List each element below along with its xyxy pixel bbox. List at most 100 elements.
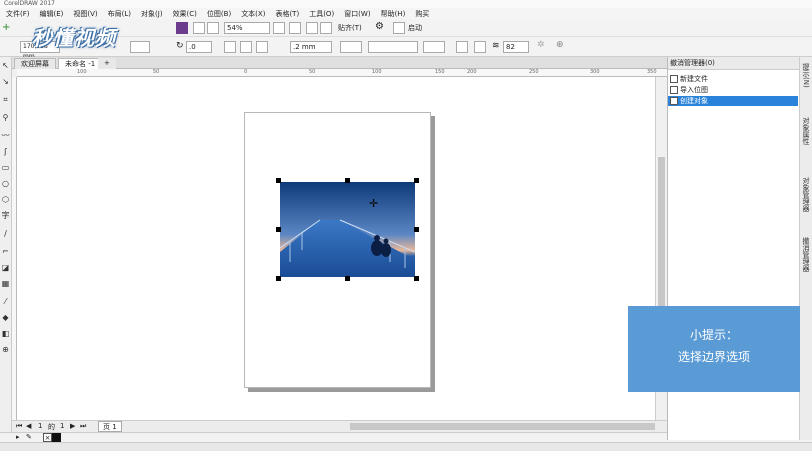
crop-tool-icon[interactable]: ⌗ — [1, 95, 10, 104]
selection-handle[interactable] — [276, 227, 281, 232]
outline-width-field[interactable]: .2 mm — [290, 41, 332, 53]
tab-untitled-1[interactable]: 未命名 -1 — [58, 58, 103, 69]
ruler-tick-label: 100 — [77, 69, 87, 75]
snap-to-dropdown[interactable]: 贴齐(T) — [338, 23, 362, 33]
add-icon[interactable]: ⊕ — [556, 40, 564, 50]
black-swatch[interactable] — [52, 433, 61, 442]
tab-undo-manager[interactable]: 撤消管理器 — [802, 237, 811, 272]
selection-handle[interactable] — [276, 178, 281, 183]
menu-file[interactable]: 文件(F) — [6, 9, 30, 19]
publish-pdf-icon[interactable] — [207, 22, 219, 34]
scale-field[interactable] — [130, 41, 150, 53]
line-style-select[interactable] — [368, 41, 418, 53]
horizontal-scrollbar[interactable] — [350, 423, 655, 430]
start-arrow-select[interactable] — [340, 41, 362, 53]
grid-icon[interactable] — [306, 22, 318, 34]
title-bar: CorelDRAW 2017 — [0, 0, 812, 8]
polygon-tool-icon[interactable]: ⬡ — [1, 195, 10, 204]
tab-object-properties[interactable]: 对象属性 — [802, 117, 811, 145]
selection-handle[interactable] — [345, 276, 350, 281]
first-page-icon[interactable]: ⏮ — [16, 422, 22, 431]
transparency-tool-icon[interactable]: ▦ — [1, 279, 10, 288]
import-icon[interactable] — [176, 22, 188, 34]
shadow-tool-icon[interactable]: ◪ — [1, 263, 10, 272]
ruler-tick-label: 250 — [529, 69, 539, 75]
full-screen-icon[interactable] — [273, 22, 285, 34]
text-tool-icon[interactable]: 字 — [1, 211, 10, 220]
interactive-fill-icon[interactable]: ◆ — [1, 313, 10, 322]
end-arrow-select[interactable] — [423, 41, 445, 53]
menu-object[interactable]: 对象(J) — [141, 9, 163, 19]
tip-text: 选择边界选项 — [677, 350, 750, 364]
dimension-tool-icon[interactable]: ∕ — [1, 229, 10, 238]
selection-handle[interactable] — [414, 276, 419, 281]
export-icon[interactable] — [193, 22, 205, 34]
launch-dropdown[interactable]: 启动 — [408, 23, 422, 33]
menu-layout[interactable]: 布局(L) — [108, 9, 131, 19]
freehand-tool-icon[interactable]: 〰 — [1, 131, 10, 140]
selection-handle[interactable] — [276, 276, 281, 281]
add-tab-button[interactable]: + — [98, 58, 116, 69]
undo-item-new-file[interactable]: 新建文件 — [668, 74, 798, 84]
launch-icon[interactable] — [393, 22, 405, 34]
opacity-field[interactable]: 82 — [503, 41, 529, 53]
menu-bitmaps[interactable]: 位图(B) — [207, 9, 231, 19]
total-pages: 1 — [60, 422, 65, 430]
gear-icon[interactable]: ⚙ — [375, 21, 384, 32]
undo-item-import-bitmap[interactable]: 导入位图 — [668, 85, 798, 95]
selection-handle[interactable] — [414, 227, 419, 232]
zoom-tool-icon[interactable]: ⚲ — [1, 113, 10, 122]
zoom-level-field[interactable]: 54% — [224, 22, 270, 34]
tab-hints[interactable]: 提示(N) — [802, 63, 811, 88]
shape-tool-icon[interactable]: ↘ — [1, 77, 10, 86]
menu-help[interactable]: 帮助(H) — [381, 9, 406, 19]
tab-welcome-screen[interactable]: 欢迎屏幕 — [14, 58, 56, 69]
next-page-icon[interactable]: ▶ — [70, 422, 75, 430]
mirror-horizontal-icon[interactable] — [224, 41, 236, 53]
document-tabs: 欢迎屏幕 未命名 -1 + — [12, 57, 667, 69]
menu-edit[interactable]: 编辑(E) — [40, 9, 64, 19]
current-page-number: 1 — [38, 422, 43, 430]
horizontal-ruler[interactable]: 100 50 0 50 100 150 200 250 300 350 — [17, 69, 667, 77]
ruler-tick-label: 100 — [372, 69, 382, 75]
undo-item-create-object[interactable]: 创建对象 — [668, 96, 798, 106]
fill-arrow-icon[interactable]: ▸ — [16, 433, 20, 441]
connector-tool-icon[interactable]: ⌐ — [1, 247, 10, 256]
eyedropper-tool-icon[interactable]: ⁄ — [1, 297, 10, 306]
page-tab-1[interactable]: 页 1 — [98, 421, 122, 432]
wrap-text-icon[interactable] — [256, 41, 268, 53]
new-document-icon[interactable]: + — [2, 22, 14, 34]
mirror-vertical-icon[interactable] — [240, 41, 252, 53]
pen-icon[interactable]: ✎ — [26, 433, 32, 441]
corner-icon[interactable] — [456, 41, 468, 53]
menu-window[interactable]: 窗口(W) — [344, 9, 370, 19]
prev-page-icon[interactable]: ◀ — [26, 422, 31, 430]
ruler-tick-label: 50 — [309, 69, 316, 75]
imported-bitmap[interactable] — [280, 182, 415, 277]
selection-handle[interactable] — [414, 178, 419, 183]
menu-effects[interactable]: 效果(C) — [173, 9, 197, 19]
last-page-icon[interactable]: ⏭ — [80, 422, 86, 431]
artistic-media-icon[interactable]: ʃ — [1, 147, 10, 156]
tab-object-manager[interactable]: 对象管理器 — [802, 177, 811, 212]
guidelines-icon[interactable] — [320, 22, 332, 34]
smart-fill-icon[interactable]: ◧ — [1, 329, 10, 338]
no-fill-swatch[interactable]: × — [43, 433, 52, 442]
rotation-angle-field[interactable]: .0 — [186, 41, 212, 53]
menu-buy[interactable]: 购买 — [415, 9, 429, 19]
wrap-icon[interactable] — [474, 41, 486, 53]
menu-table[interactable]: 表格(T) — [275, 9, 299, 19]
tip-overlay: 小提示： 选择边界选项 — [628, 306, 800, 392]
add-tool-icon[interactable]: ⊕ — [1, 345, 10, 354]
menu-view[interactable]: 视图(V) — [73, 9, 97, 19]
pier-photo — [280, 182, 415, 277]
ellipse-tool-icon[interactable]: ○ — [1, 179, 10, 188]
pick-tool-icon[interactable]: ↖ — [1, 61, 10, 70]
menu-bar: 文件(F) 编辑(E) 视图(V) 布局(L) 对象(J) 效果(C) 位图(B… — [0, 8, 812, 19]
menu-tools[interactable]: 工具(O) — [309, 9, 334, 19]
rulers-icon[interactable] — [289, 22, 301, 34]
menu-text[interactable]: 文本(X) — [241, 9, 265, 19]
selection-handle[interactable] — [345, 178, 350, 183]
rectangle-tool-icon[interactable]: ▭ — [1, 163, 10, 172]
rotate-icon: ↻ — [176, 41, 184, 51]
